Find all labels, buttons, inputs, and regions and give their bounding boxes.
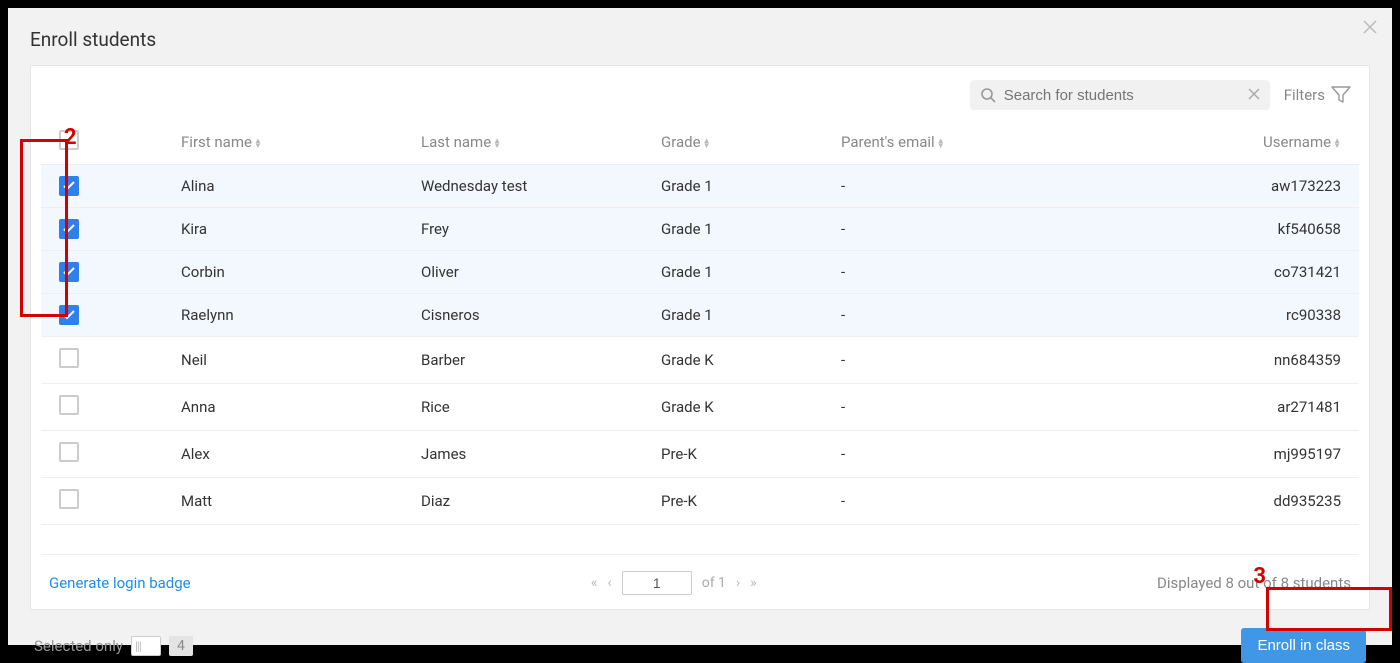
col-grade[interactable]: Grade▲▼ [651,122,831,165]
row-checkbox[interactable] [59,305,79,325]
search-input[interactable] [1004,87,1240,104]
panel-footer: Generate login badge « ‹ of 1 › » Displa… [41,555,1359,599]
cell-first-name: Alex [171,431,411,478]
enroll-in-class-button[interactable]: Enroll in class [1241,628,1366,663]
cell-first-name: Anna [171,384,411,431]
cell-parent-email: - [831,294,1219,337]
page-next-icon[interactable]: › [736,575,740,591]
col-last-name[interactable]: Last name▲▼ [411,122,651,165]
cell-username: nn684359 [1219,337,1359,384]
students-table: First name▲▼ Last name▲▼ Grade▲▼ Parent'… [41,122,1359,525]
col-first-name[interactable]: First name▲▼ [171,122,411,165]
close-icon[interactable] [1362,18,1378,38]
cell-grade: Pre-K [651,478,831,525]
cell-username: dd935235 [1219,478,1359,525]
selected-only-label: Selected only [34,637,123,655]
cell-username: ar271481 [1219,384,1359,431]
clear-search-icon[interactable] [1248,86,1260,104]
row-checkbox[interactable] [59,442,79,462]
row-checkbox[interactable] [59,262,79,282]
cell-last-name: James [411,431,651,478]
cell-username: aw173223 [1219,165,1359,208]
cell-parent-email: - [831,384,1219,431]
table-row[interactable]: AnnaRiceGrade K-ar271481 [41,384,1359,431]
row-checkbox[interactable] [59,176,79,196]
generate-login-badge-link[interactable]: Generate login badge [49,574,191,592]
sort-icon: ▲▼ [703,138,711,148]
cell-first-name: Matt [171,478,411,525]
enroll-students-modal: Enroll students Filters F [8,8,1392,645]
modal-title: Enroll students [30,28,156,51]
row-checkbox[interactable] [59,395,79,415]
cell-grade: Grade 1 [651,165,831,208]
modal-header: Enroll students [30,28,1370,51]
cell-last-name: Rice [411,384,651,431]
cell-grade: Grade 1 [651,294,831,337]
table-row[interactable]: CorbinOliverGrade 1-co731421 [41,251,1359,294]
page-prev-icon[interactable]: ‹ [608,575,612,591]
table-row[interactable]: NeilBarberGrade K-nn684359 [41,337,1359,384]
cell-username: co731421 [1219,251,1359,294]
sort-icon: ▲▼ [937,138,945,148]
bottom-bar: Selected only ||| 4 Enroll in class [30,628,1370,663]
table-row[interactable]: AlexJamesPre-K-mj995197 [41,431,1359,478]
cell-parent-email: - [831,337,1219,384]
cell-parent-email: - [831,251,1219,294]
filters-button[interactable]: Filters [1284,86,1351,104]
annotation-label-2: 2 [64,125,77,150]
row-checkbox[interactable] [59,489,79,509]
cell-username: rc90338 [1219,294,1359,337]
page-total: of 1 [702,575,726,591]
pagination: « ‹ of 1 › » [591,571,757,595]
sort-icon: ▲▼ [254,138,262,148]
cell-first-name: Raelynn [171,294,411,337]
cell-grade: Pre-K [651,431,831,478]
table-row[interactable]: MattDiazPre-K-dd935235 [41,478,1359,525]
students-panel: Filters First name▲▼ Last name▲▼ Grade▲▼… [30,65,1370,610]
search-box[interactable] [970,80,1270,110]
table-row[interactable]: RaelynnCisnerosGrade 1-rc90338 [41,294,1359,337]
page-input[interactable] [622,571,692,595]
cell-last-name: Barber [411,337,651,384]
sort-icon: ▲▼ [493,138,501,148]
row-checkbox[interactable] [59,348,79,368]
filters-label: Filters [1284,86,1325,104]
cell-parent-email: - [831,208,1219,251]
page-last-icon[interactable]: » [750,575,757,591]
annotation-label-3: 3 [1253,564,1266,589]
page-first-icon[interactable]: « [591,575,598,591]
cell-first-name: Corbin [171,251,411,294]
row-checkbox[interactable] [59,219,79,239]
filter-icon [1331,86,1351,104]
cell-last-name: Diaz [411,478,651,525]
cell-grade: Grade 1 [651,251,831,294]
table-row[interactable]: AlinaWednesday testGrade 1-aw173223 [41,165,1359,208]
cell-parent-email: - [831,431,1219,478]
table-row[interactable]: KiraFreyGrade 1-kf540658 [41,208,1359,251]
cell-first-name: Neil [171,337,411,384]
col-parent-email[interactable]: Parent's email▲▼ [831,122,1219,165]
cell-last-name: Frey [411,208,651,251]
cell-last-name: Oliver [411,251,651,294]
cell-username: kf540658 [1219,208,1359,251]
cell-parent-email: - [831,165,1219,208]
cell-last-name: Cisneros [411,294,651,337]
panel-toolbar: Filters [41,80,1359,122]
search-icon [980,87,996,103]
cell-first-name: Alina [171,165,411,208]
cell-username: mj995197 [1219,431,1359,478]
cell-parent-email: - [831,478,1219,525]
col-username[interactable]: Username▲▼ [1219,122,1359,165]
cell-grade: Grade K [651,337,831,384]
cell-grade: Grade 1 [651,208,831,251]
cell-first-name: Kira [171,208,411,251]
cell-grade: Grade K [651,384,831,431]
cell-last-name: Wednesday test [411,165,651,208]
sort-icon: ▲▼ [1333,138,1341,148]
